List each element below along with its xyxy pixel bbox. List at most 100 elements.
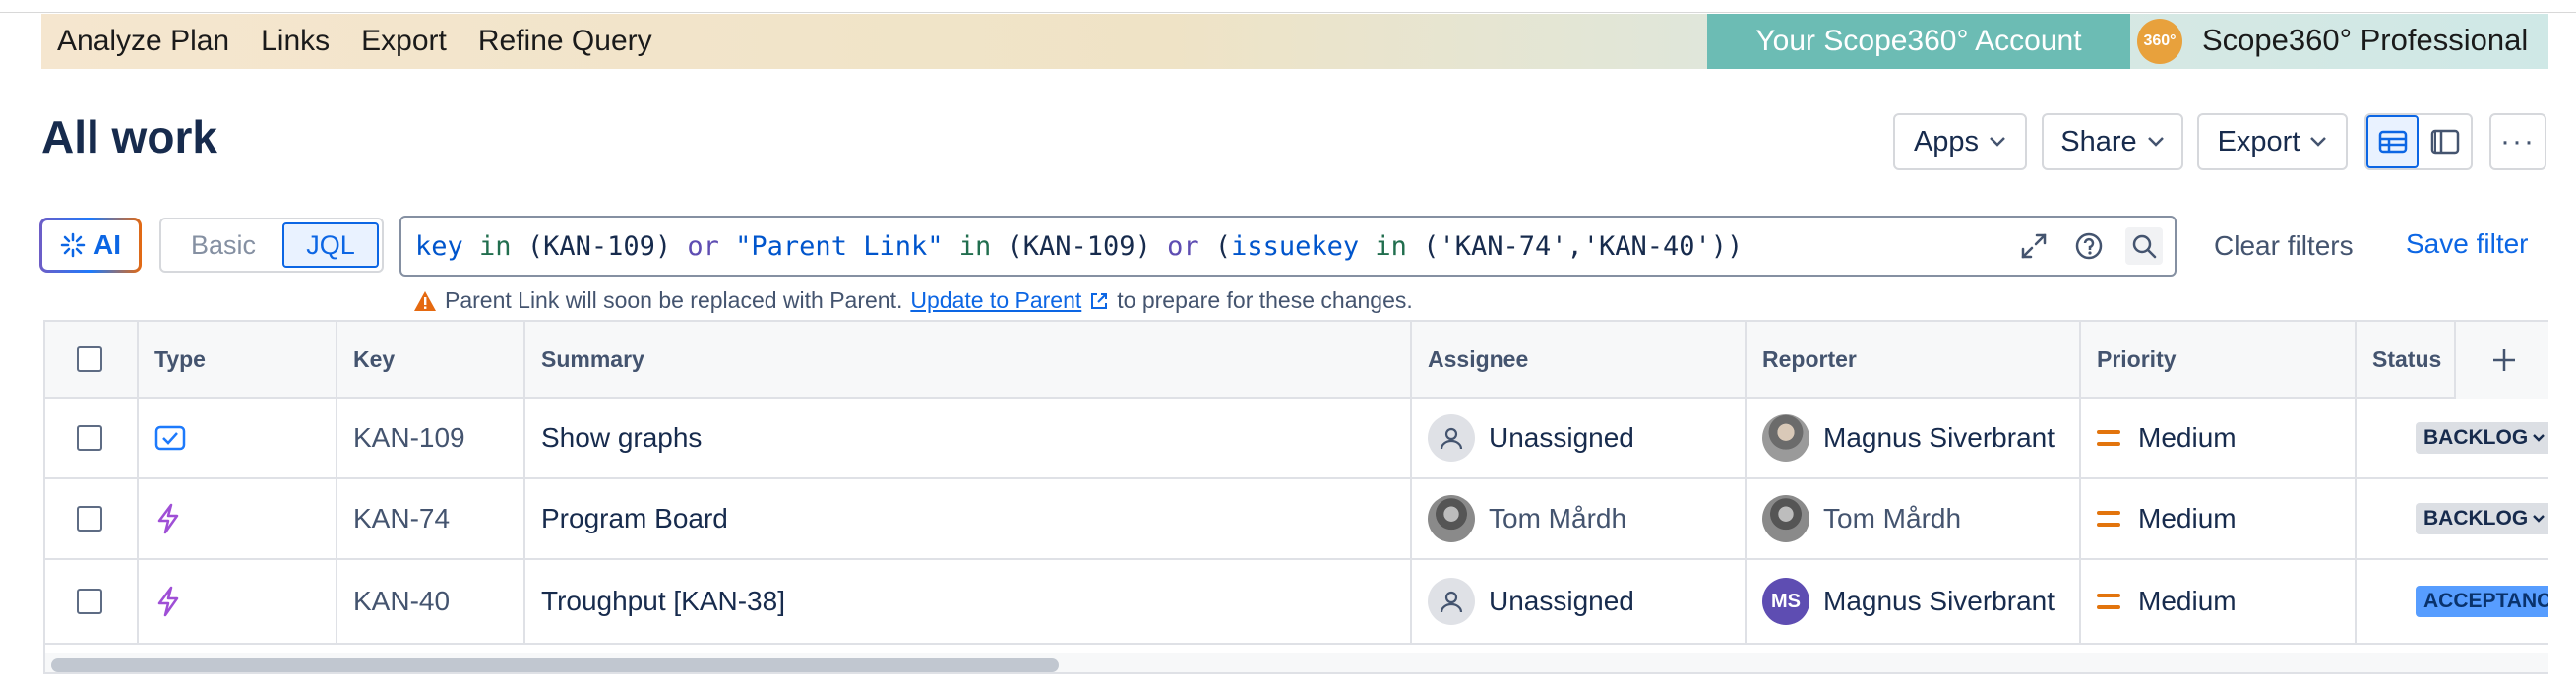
jql-token: or — [1167, 230, 1199, 262]
detail-view-button[interactable] — [2419, 115, 2471, 168]
menu-links[interactable]: Links — [261, 25, 330, 58]
priority-cell[interactable]: Medium — [2081, 479, 2357, 558]
avatar — [1428, 495, 1475, 542]
jql-mode-button[interactable]: JQL — [282, 222, 379, 268]
column-header-priority[interactable]: Priority — [2081, 322, 2357, 397]
row-checkbox[interactable] — [77, 425, 102, 451]
row-checkbox[interactable] — [77, 506, 102, 532]
avatar — [1762, 414, 1809, 462]
epic-icon — [157, 503, 179, 534]
jql-token: (KAN-109) — [991, 230, 1168, 262]
clear-filters-button[interactable]: Clear filters — [2214, 230, 2354, 262]
status-label: BACKLOG — [2423, 426, 2529, 449]
sparkle-icon — [60, 232, 86, 258]
jql-token — [1359, 231, 1375, 262]
table-header: Type Key Summary Assignee Reporter Prior… — [45, 322, 2548, 399]
column-header-summary[interactable]: Summary — [525, 322, 1412, 397]
save-filter-button[interactable]: Save filter — [2406, 228, 2529, 260]
more-actions-button[interactable]: ··· — [2489, 113, 2546, 170]
basic-mode-button[interactable]: Basic — [164, 222, 282, 268]
jql-token: or — [687, 230, 719, 262]
jql-query-input[interactable]: key in (KAN-109) or "Parent Link" in (KA… — [399, 216, 2177, 277]
assignee-cell[interactable]: Unassigned — [1412, 399, 1747, 477]
unassigned-avatar-icon — [1428, 578, 1475, 625]
column-header-reporter[interactable]: Reporter — [1747, 322, 2081, 397]
account-button[interactable]: Your Scope360° Account — [1707, 14, 2130, 69]
share-button[interactable]: Share — [2042, 113, 2183, 170]
issue-key[interactable]: KAN-74 — [337, 479, 525, 558]
addon-menu-bar: Analyze Plan Links Export Refine Query ⋮… — [41, 14, 2548, 69]
horizontal-scrollbar[interactable] — [45, 653, 2548, 672]
assignee-cell[interactable]: Unassigned — [1412, 560, 1747, 643]
reporter-cell[interactable]: Magnus Siverbrant — [1747, 399, 2081, 477]
warning-suffix: to prepare for these changes. — [1117, 287, 1413, 313]
epic-icon — [157, 586, 179, 617]
help-button[interactable] — [2070, 227, 2108, 265]
reporter-name: Magnus Siverbrant — [1823, 586, 2055, 616]
search-mode-toggle: Basic JQL — [159, 218, 384, 273]
table-row[interactable]: KAN-74 Program Board Tom Mårdh Tom Mårdh… — [45, 479, 2548, 560]
jql-token: ('KAN-74','KAN-40')) — [1406, 230, 1744, 262]
priority-cell[interactable]: Medium — [2081, 560, 2357, 643]
jql-token: (KAN-109) — [511, 230, 688, 262]
priority-cell[interactable]: Medium — [2081, 399, 2357, 477]
menu-refine-query[interactable]: Refine Query — [478, 25, 652, 58]
deprecation-warning: Parent Link will soon be replaced with P… — [413, 287, 1413, 314]
expand-icon — [2021, 233, 2047, 259]
jql-token — [719, 231, 735, 262]
jql-token: key — [415, 230, 463, 262]
jql-token: "Parent Link" — [735, 230, 944, 262]
table-row[interactable]: KAN-109 Show graphs Unassigned Magnus Si… — [45, 399, 2548, 479]
priority-medium-icon — [2097, 594, 2120, 609]
column-header-type[interactable]: Type — [139, 322, 337, 397]
jql-token: in — [958, 230, 992, 262]
export-button-label: Export — [2217, 125, 2300, 157]
issue-summary[interactable]: Troughput [KAN-38] — [525, 560, 1412, 643]
add-column-button[interactable] — [2454, 322, 2548, 399]
list-view-button[interactable] — [2366, 115, 2420, 168]
scrollbar-thumb[interactable] — [51, 658, 1059, 672]
assignee-cell[interactable]: Tom Mårdh — [1412, 479, 1747, 558]
menu-export[interactable]: Export — [361, 25, 447, 58]
jql-token: in — [479, 230, 512, 262]
row-select-cell — [45, 560, 139, 643]
avatar: MS — [1762, 578, 1809, 625]
jql-query-text: key in (KAN-109) or "Parent Link" in (KA… — [415, 231, 1743, 262]
issue-key[interactable]: KAN-109 — [337, 399, 525, 477]
issue-key[interactable]: KAN-40 — [337, 560, 525, 643]
expand-editor-button[interactable] — [2015, 227, 2053, 265]
search-icon — [2132, 234, 2157, 259]
export-button[interactable]: Export — [2197, 113, 2348, 170]
column-header-assignee[interactable]: Assignee — [1412, 322, 1747, 397]
type-cell — [139, 560, 337, 643]
status-badge[interactable]: ACCEPTANCE — [2416, 586, 2548, 617]
update-to-parent-link[interactable]: Update to Parent — [910, 287, 1081, 314]
search-button[interactable] — [2125, 227, 2163, 265]
ai-label: AI — [93, 229, 121, 260]
help-icon — [2075, 232, 2103, 260]
issue-summary[interactable]: Show graphs — [525, 399, 1412, 477]
type-cell — [139, 479, 337, 558]
select-all-checkbox[interactable] — [77, 346, 102, 372]
warning-icon — [414, 290, 436, 311]
table-row[interactable]: KAN-40 Troughput [KAN-38] Unassigned MS … — [45, 560, 2548, 645]
status-badge[interactable]: BACKLOG — [2416, 422, 2548, 454]
apps-button[interactable]: Apps — [1893, 113, 2027, 170]
status-badge[interactable]: BACKLOG — [2416, 503, 2548, 534]
reporter-cell[interactable]: Tom Mårdh — [1747, 479, 2081, 558]
reporter-cell[interactable]: MS Magnus Siverbrant — [1747, 560, 2081, 643]
priority-medium-icon — [2097, 430, 2120, 446]
chevron-down-icon — [2533, 515, 2545, 523]
chevron-down-icon — [1990, 137, 2005, 147]
unassigned-avatar-icon — [1428, 414, 1475, 462]
jql-actions — [2015, 227, 2163, 265]
issue-summary[interactable]: Program Board — [525, 479, 1412, 558]
priority-label: Medium — [2138, 586, 2237, 616]
column-header-key[interactable]: Key — [337, 322, 525, 397]
avatar — [1762, 495, 1809, 542]
ai-search-button[interactable]: AI — [39, 218, 142, 273]
apps-button-label: Apps — [1913, 125, 1980, 157]
row-checkbox[interactable] — [77, 589, 102, 614]
menu-analyze-plan[interactable]: Analyze Plan — [57, 25, 229, 58]
view-toggle — [2364, 113, 2473, 170]
